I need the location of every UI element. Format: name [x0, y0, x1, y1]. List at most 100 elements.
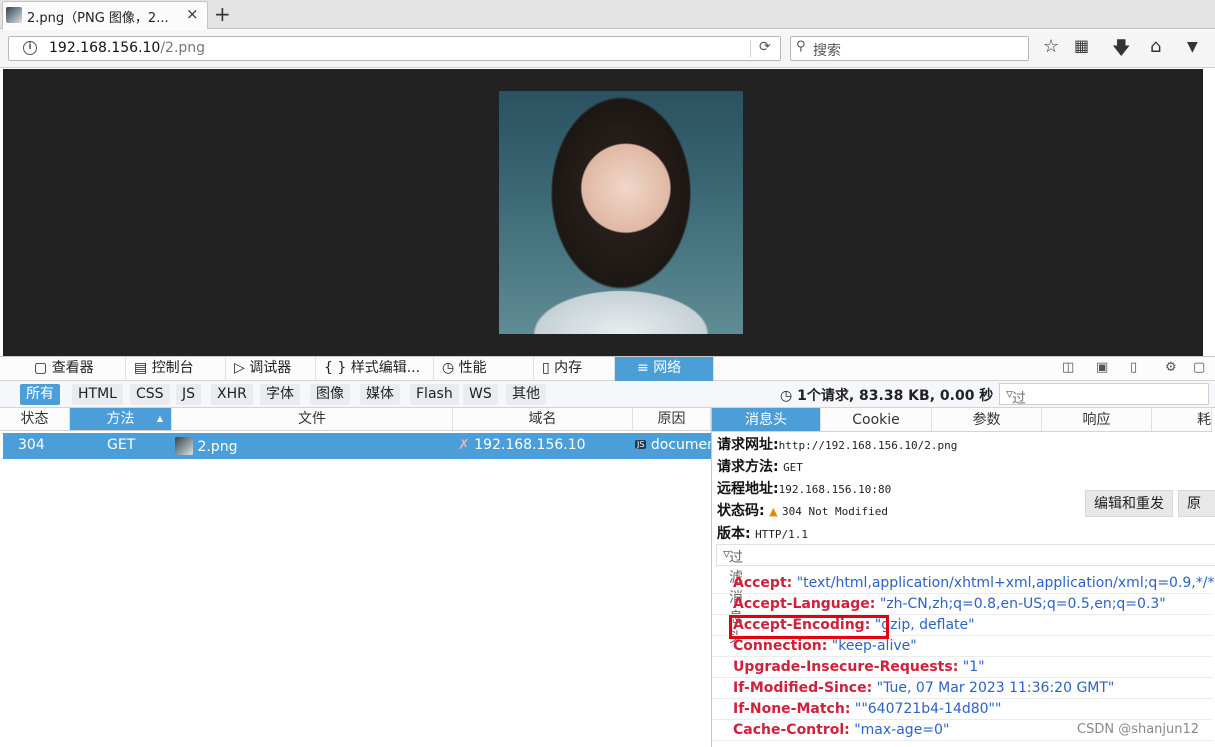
tab-debugger[interactable]: ▷ 调试器 [226, 357, 316, 381]
filter-xhr[interactable]: XHR [211, 384, 253, 405]
column-status[interactable]: 状态 [0, 408, 70, 430]
row-file: 2.png [175, 437, 237, 455]
sort-ascending-icon: ▲ [156, 414, 163, 423]
filter-images[interactable]: 图像 [310, 384, 350, 405]
column-file[interactable]: 文件 [172, 408, 453, 430]
request-url-label: 请求网址: [717, 437, 779, 453]
site-info-icon[interactable]: i [23, 41, 37, 55]
dock-side-icon[interactable]: ◫ [1062, 360, 1074, 375]
address-bar[interactable]: i 192.168.156.10/2.png ⟳ [8, 36, 781, 61]
url-path: /2.png [160, 40, 206, 56]
url-host: 192.168.156.10 [49, 40, 161, 56]
header-accept-language[interactable]: Accept-Language: "zh-CN,zh;q=0.8,en-US;q… [733, 596, 1166, 612]
search-bar[interactable]: ⚲ 搜索 [790, 36, 1029, 61]
request-summary: ◷ 1个请求, 83.38 KB, 0.00 秒 [780, 388, 994, 404]
split-console-icon[interactable]: ▣ [1096, 360, 1108, 375]
warning-triangle-icon: ▲ [769, 505, 778, 518]
row-method: GET [107, 437, 136, 453]
header-upgrade-insecure-requests[interactable]: Upgrade-Insecure-Requests: "1" [733, 659, 985, 675]
column-domain[interactable]: 域名 [453, 408, 633, 430]
filter-headers-input[interactable]: ▿ 过滤消息头 [716, 544, 1215, 646]
highlight-annotation-box [729, 615, 889, 639]
search-placeholder: 搜索 [813, 43, 841, 59]
column-method[interactable]: 方法 ▲ [70, 408, 172, 430]
tab-label: 内存 [554, 360, 583, 376]
filter-fonts[interactable]: 字体 [260, 384, 300, 405]
column-method-label: 方法 [106, 411, 135, 427]
bookmark-star-icon[interactable]: ☆ [1043, 36, 1059, 57]
tab-label: 控制台 [151, 360, 194, 376]
request-method-line: 请求方法: GET [717, 456, 803, 476]
displayed-image[interactable] [499, 91, 743, 334]
responsive-design-icon[interactable]: ▯ [1130, 360, 1137, 375]
header-if-modified-since[interactable]: If-Modified-Since: "Tue, 07 Mar 2023 11:… [733, 680, 1114, 696]
filter-html[interactable]: HTML [72, 384, 123, 405]
network-filter-bar: 所有 HTML CSS JS XHR 字体 图像 媒体 Flash WS 其他 … [0, 381, 1215, 444]
home-icon[interactable]: ⌂ [1150, 36, 1161, 57]
row-domain-text: 192.168.156.10 [474, 437, 586, 453]
header-if-none-match[interactable]: If-None-Match: ""640721b4-14d80"" [733, 701, 1001, 717]
tab-params[interactable]: 参数 [932, 408, 1042, 431]
close-devtools-icon[interactable]: ▢ [1193, 360, 1205, 375]
url-text[interactable]: 192.168.156.10/2.png [49, 40, 205, 56]
row-cause-text: documen [650, 437, 717, 453]
column-cause[interactable]: 原因 [633, 408, 711, 430]
filter-ws[interactable]: WS [463, 384, 498, 405]
edit-and-resend-button[interactable]: 编辑和重发 [1085, 490, 1173, 517]
table-row[interactable]: 304 GET 2.png ✗ 192.168.156.10 JS docume… [3, 433, 716, 459]
settings-gear-icon[interactable]: ⚙ [1165, 360, 1177, 375]
filter-media[interactable]: 媒体 [360, 384, 400, 405]
search-icon: ⚲ [796, 39, 806, 54]
filter-js[interactable]: JS [176, 384, 202, 405]
tab-memory[interactable]: ▯ 内存 [534, 357, 615, 381]
filter-url-input[interactable]: ▿ 过滤 URL [999, 383, 1209, 444]
filter-headers-placeholder: ▿ 过滤消息头 [723, 546, 743, 646]
insecure-connection-icon: ✗ [458, 437, 470, 453]
watermark: CSDN @shanjun12 [1077, 722, 1200, 737]
close-tab-icon[interactable]: × [186, 5, 199, 23]
row-file-name: 2.png [197, 439, 238, 455]
image-thumbnail-icon [6, 7, 22, 23]
remote-address-line: 远程地址:192.168.156.10:80 [717, 478, 891, 498]
tab-inspector[interactable]: ▢ 查看器 [26, 357, 126, 381]
header-connection[interactable]: Connection: "keep-alive" [733, 638, 917, 654]
tab-performance[interactable]: ◷ 性能 [434, 357, 534, 381]
url-separator [750, 40, 751, 57]
tab-timings[interactable]: 耗 [1152, 408, 1212, 431]
navigation-bar: i 192.168.156.10/2.png ⟳ ⚲ 搜索 ☆ ▦ 🡇 ⌂ ▼ [0, 30, 1215, 68]
version-value: HTTP/1.1 [755, 528, 809, 541]
request-method-label: 请求方法: [717, 459, 779, 475]
js-badge: JS [635, 440, 647, 449]
filter-css[interactable]: CSS [130, 384, 170, 405]
status-code-value: 304 Not Modified [781, 505, 888, 518]
tab-network[interactable]: ≡ 网络 [615, 357, 714, 381]
tab-label: 性能 [458, 360, 487, 376]
header-accept[interactable]: Accept: "text/html,application/xhtml+xml… [733, 575, 1215, 591]
tab-headers[interactable]: 消息头 [712, 408, 821, 431]
version-label: 版本: [717, 526, 751, 542]
request-details-panel: 消息头 Cookie 参数 响应 耗 请求网址:http://192.168.1… [711, 408, 1215, 747]
reading-list-icon[interactable]: ▦ [1074, 36, 1089, 55]
tab-title: 2.png（PNG 图像，2... [27, 11, 169, 26]
tab-console[interactable]: ▤ 控制台 [126, 357, 226, 381]
tab-label: 网络 [653, 360, 682, 376]
status-code-line: 状态码: ▲ 304 Not Modified [717, 500, 888, 520]
tab-response[interactable]: 响应 [1042, 408, 1152, 431]
filter-flash[interactable]: Flash [410, 384, 459, 405]
filter-all[interactable]: 所有 [20, 384, 60, 405]
image-thumbnail-icon [175, 437, 193, 455]
filter-other[interactable]: 其他 [506, 384, 546, 405]
request-table-header: 状态 方法 ▲ 文件 域名 原因 [0, 408, 711, 431]
request-url-value[interactable]: http://192.168.156.10/2.png [779, 439, 958, 452]
raw-headers-button[interactable]: 原 [1178, 490, 1215, 517]
remote-address-label: 远程地址: [717, 481, 779, 497]
tab-label: 调试器 [249, 360, 292, 376]
browser-tab[interactable]: 2.png（PNG 图像，2... × [2, 1, 208, 29]
reload-icon[interactable]: ⟳ [759, 39, 771, 55]
new-tab-button[interactable]: + [214, 2, 231, 26]
tab-cookies[interactable]: Cookie [821, 408, 932, 431]
tab-style-editor[interactable]: { } 样式编辑... [316, 357, 434, 381]
header-cache-control[interactable]: Cache-Control: "max-age=0" [733, 722, 949, 738]
pocket-icon[interactable]: ▼ [1187, 39, 1198, 55]
downloads-icon[interactable]: 🡇 [1112, 36, 1131, 66]
